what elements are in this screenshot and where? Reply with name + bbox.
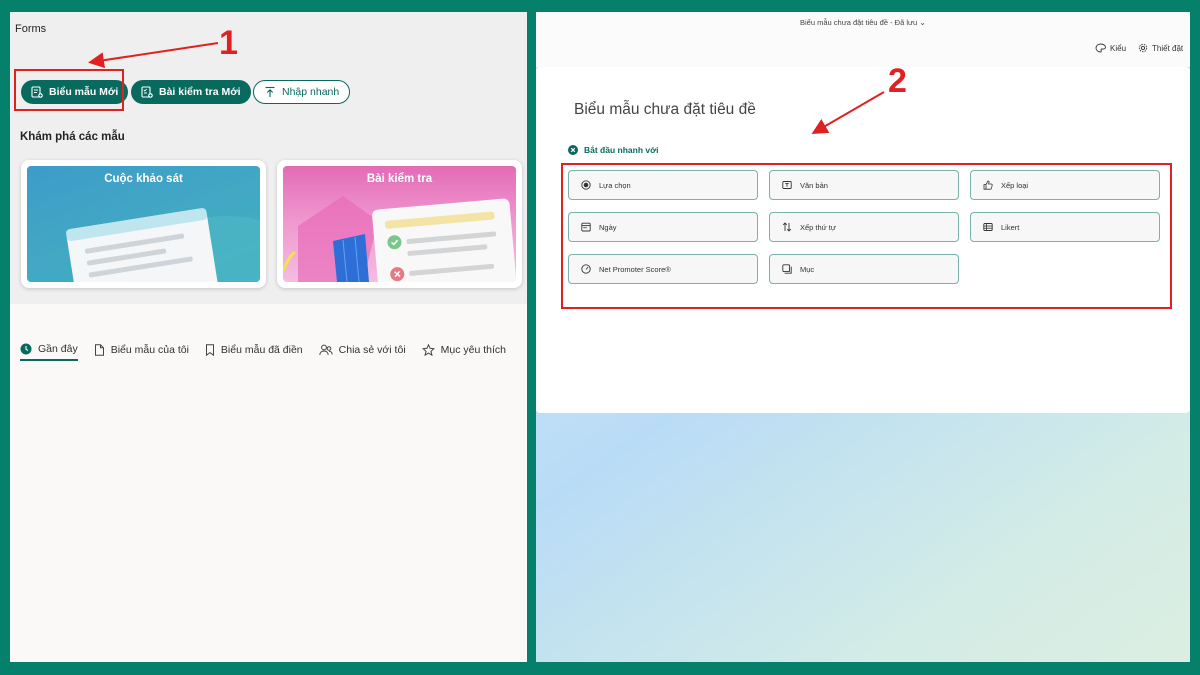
clock-icon	[20, 343, 32, 355]
tab-recent-label: Gần đây	[38, 343, 78, 355]
survey-template-art: Cuộc khảo sát	[27, 166, 260, 282]
form-editor-panel: Biểu mẫu chưa đặt tiêu đề - Đã lưu ⌄ Kiể…	[536, 12, 1190, 662]
survey-template-card[interactable]: Cuộc khảo sát	[21, 160, 266, 288]
step-2-label: 2	[888, 62, 907, 100]
quick-start-heading: Bắt đầu nhanh với	[568, 145, 659, 155]
tab-favorites-label: Mục yêu thích	[440, 344, 507, 356]
people-icon	[318, 344, 333, 356]
quick-start-label: Bắt đầu nhanh với	[584, 145, 659, 155]
document-title-text: Biểu mẫu chưa đặt tiêu đề - Đã lưu	[800, 18, 918, 27]
question-types-highlight-box	[561, 163, 1172, 309]
star-icon	[421, 344, 435, 356]
gear-icon	[1138, 43, 1148, 53]
quiz-template-art: Bài kiểm tra	[283, 166, 516, 282]
quiz-template-label: Bài kiểm tra	[366, 173, 433, 185]
step-1-label: 1	[219, 24, 238, 62]
forms-tab-bar: Gần đây Biểu mẫu của tôi Biểu mẫu đã điề…	[20, 343, 506, 361]
hero-section: Forms Biểu mẫu Mới Bài kiểm tra Mới Nhập…	[10, 12, 527, 304]
tab-shared-with-me[interactable]: Chia sẻ với tôi	[318, 343, 406, 361]
tab-filled-forms-label: Biểu mẫu đã điền	[220, 344, 303, 356]
tab-filled-forms[interactable]: Biểu mẫu đã điền	[205, 343, 303, 361]
bookmark-icon	[205, 344, 214, 356]
upload-icon	[265, 86, 275, 97]
tab-shared-with-me-label: Chia sẻ với tôi	[338, 344, 406, 356]
tab-favorites[interactable]: Mục yêu thích	[421, 343, 507, 361]
quick-import-button[interactable]: Nhập nhanh	[253, 80, 351, 104]
tab-my-forms-label: Biểu mẫu của tôi	[110, 344, 189, 356]
style-button[interactable]: Kiểu	[1095, 43, 1126, 53]
new-quiz-button[interactable]: Bài kiểm tra Mới	[131, 80, 251, 104]
new-form-highlight-box	[14, 69, 124, 111]
tab-recent[interactable]: Gần đây	[20, 343, 78, 361]
settings-label: Thiết đặt	[1152, 43, 1184, 53]
app-title: Forms	[15, 23, 47, 35]
explore-templates-heading: Khám phá các mẫu	[20, 131, 125, 143]
quiz-template-card[interactable]: Bài kiểm tra	[277, 160, 522, 288]
chevron-down-icon: ⌄	[919, 18, 926, 27]
tab-my-forms[interactable]: Biểu mẫu của tôi	[94, 343, 189, 361]
style-label: Kiểu	[1110, 43, 1127, 53]
document-title[interactable]: Biểu mẫu chưa đặt tiêu đề - Đã lưu ⌄	[536, 18, 1190, 27]
settings-button[interactable]: Thiết đặt	[1138, 43, 1183, 53]
document-icon	[94, 344, 104, 356]
survey-template-label: Cuộc khảo sát	[104, 173, 183, 185]
quick-import-label: Nhập nhanh	[282, 86, 340, 98]
palette-icon	[1095, 43, 1106, 53]
new-quiz-icon	[141, 86, 153, 98]
new-quiz-label: Bài kiểm tra Mới	[159, 86, 241, 98]
form-title[interactable]: Biểu mẫu chưa đặt tiêu đề	[574, 101, 756, 119]
editor-header: Biểu mẫu chưa đặt tiêu đề - Đã lưu ⌄ Kiể…	[536, 12, 1190, 67]
close-circle-icon[interactable]	[568, 145, 578, 155]
